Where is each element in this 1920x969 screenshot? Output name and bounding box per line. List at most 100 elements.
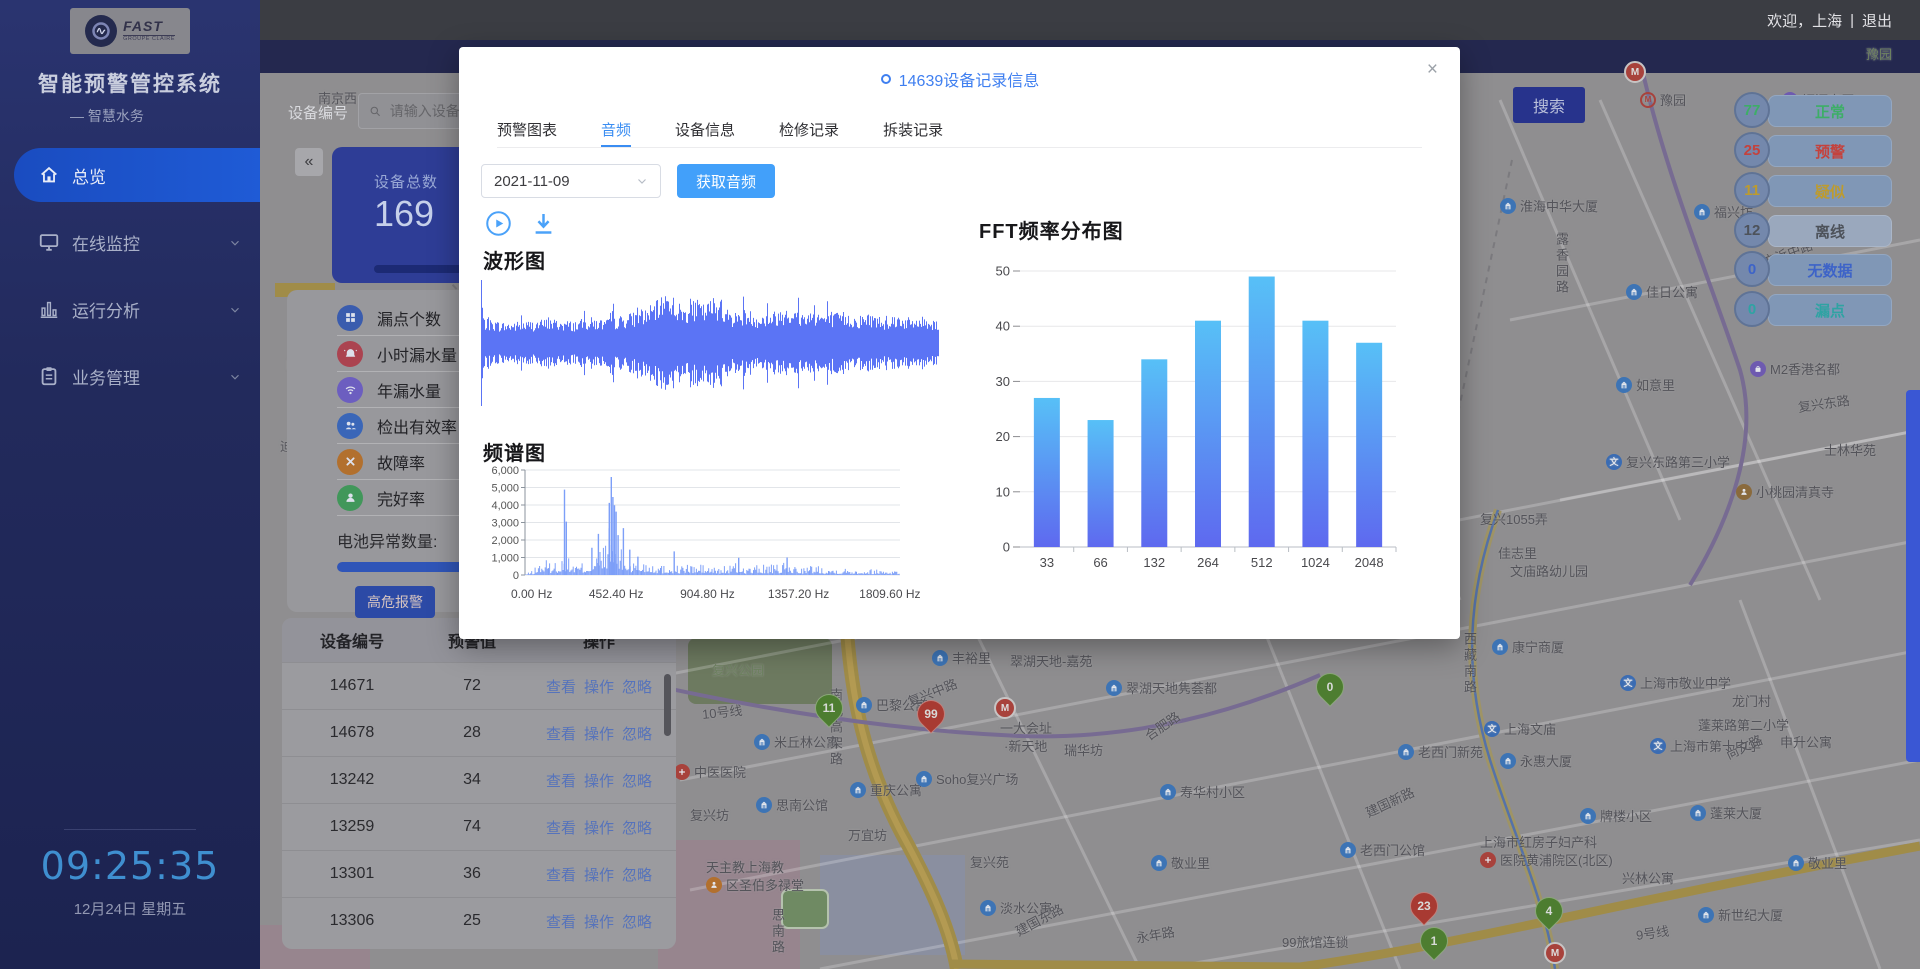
app-subtitle: — 智慧水务 bbox=[0, 106, 260, 126]
map-label: 佳志里 bbox=[1498, 543, 1537, 562]
welcome-text: 欢迎，上海 bbox=[1767, 10, 1842, 31]
map-label-text: 复兴公园 bbox=[712, 660, 764, 679]
bldg-icon bbox=[754, 734, 770, 750]
action-link-操作[interactable]: 操作 bbox=[584, 817, 614, 838]
action-link-查看[interactable]: 查看 bbox=[546, 770, 576, 791]
map-label: 重庆公寓 bbox=[850, 780, 922, 799]
action-link-忽略[interactable]: 忽略 bbox=[622, 911, 652, 932]
home-icon bbox=[38, 164, 60, 186]
device-id-cell: 14678 bbox=[282, 724, 422, 742]
badge-label: 无数据 bbox=[1768, 254, 1892, 286]
map-label: 牌楼小区 bbox=[1580, 806, 1652, 825]
action-link-操作[interactable]: 操作 bbox=[584, 911, 614, 932]
sidebar-item-在线监控[interactable]: 在线监控 bbox=[0, 215, 260, 269]
map-label: 老西门新苑 bbox=[1398, 742, 1483, 761]
map-label-text: 上海文庙 bbox=[1504, 719, 1556, 738]
action-link-查看[interactable]: 查看 bbox=[546, 723, 576, 744]
tab-设备信息[interactable]: 设备信息 bbox=[675, 119, 735, 147]
table-row: 1467172查看操作忽略 bbox=[282, 662, 676, 709]
map-label: ·新天地 bbox=[1004, 736, 1047, 755]
map-label: 天主教上海教 bbox=[706, 857, 784, 876]
map-label-text: 复兴东路第三小学 bbox=[1626, 452, 1730, 471]
badge-label: 预警 bbox=[1768, 135, 1892, 167]
action-link-查看[interactable]: 查看 bbox=[546, 817, 576, 838]
map-label-text: 兴林公寓 bbox=[1622, 868, 1674, 887]
bldg-icon bbox=[1616, 377, 1632, 393]
sidebar: FAST GROUPE CLAIRE 智能预警管控系统 — 智慧水务 总览在线监… bbox=[0, 0, 260, 969]
device-id-cell: 13259 bbox=[282, 818, 422, 836]
map-search-button[interactable]: 搜索 bbox=[1513, 87, 1585, 123]
download-audio-icon[interactable] bbox=[530, 210, 557, 237]
svg-text:30: 30 bbox=[996, 374, 1010, 389]
badge-count: 11 bbox=[1734, 172, 1770, 208]
bldg-icon bbox=[856, 697, 872, 713]
map-label: 豫园 bbox=[1866, 44, 1892, 63]
device-id-cell: 13301 bbox=[282, 865, 422, 883]
tab-预警图表[interactable]: 预警图表 bbox=[497, 119, 557, 147]
action-link-操作[interactable]: 操作 bbox=[584, 723, 614, 744]
tab-拆装记录[interactable]: 拆装记录 bbox=[883, 119, 943, 147]
pin-count: 11 bbox=[816, 695, 842, 721]
action-link-查看[interactable]: 查看 bbox=[546, 676, 576, 697]
map-label: 中医医院 bbox=[674, 762, 746, 781]
map-label: Soho复兴广场 bbox=[916, 769, 1018, 788]
right-edge-handle[interactable] bbox=[1906, 390, 1920, 762]
chevron-down-icon bbox=[228, 369, 242, 383]
kpi-label: 故障率 bbox=[377, 450, 425, 474]
map-label-text: 敬业里 bbox=[1171, 853, 1210, 872]
svg-text:1,000: 1,000 bbox=[491, 553, 519, 565]
svg-text:0: 0 bbox=[513, 570, 519, 582]
clipboard-icon bbox=[38, 365, 60, 387]
table-scrollbar-thumb[interactable] bbox=[664, 674, 671, 736]
svg-text:20: 20 bbox=[996, 429, 1010, 444]
badge-label: 离线 bbox=[1768, 215, 1892, 247]
alarm-table-panel: 设备编号预警值操作 1467172查看操作忽略1467828查看操作忽略1324… bbox=[282, 618, 676, 949]
action-link-查看[interactable]: 查看 bbox=[546, 911, 576, 932]
play-audio-icon[interactable] bbox=[485, 210, 512, 237]
action-link-操作[interactable]: 操作 bbox=[584, 864, 614, 885]
map-label-text: ·新天地 bbox=[1004, 736, 1047, 755]
tab-检修记录[interactable]: 检修记录 bbox=[779, 119, 839, 147]
pin-count: 99 bbox=[918, 701, 944, 727]
action-link-查看[interactable]: 查看 bbox=[546, 864, 576, 885]
date-select[interactable]: 2021-11-09 bbox=[481, 164, 661, 198]
map-label: 新世纪大厦 bbox=[1698, 905, 1783, 924]
action-link-忽略[interactable]: 忽略 bbox=[622, 770, 652, 791]
action-link-操作[interactable]: 操作 bbox=[584, 676, 614, 697]
action-link-操作[interactable]: 操作 bbox=[584, 770, 614, 791]
action-link-忽略[interactable]: 忽略 bbox=[622, 723, 652, 744]
church-icon bbox=[706, 877, 722, 893]
bldg-icon bbox=[1106, 680, 1122, 696]
logout-link[interactable]: 退出 bbox=[1862, 10, 1892, 31]
badge-count: 25 bbox=[1734, 132, 1770, 168]
map-label-text: 敬业里 bbox=[1808, 853, 1847, 872]
circle-o-icon bbox=[880, 73, 892, 85]
action-link-忽略[interactable]: 忽略 bbox=[622, 864, 652, 885]
pin-count: 4 bbox=[1536, 898, 1562, 924]
bldg-icon bbox=[1690, 805, 1706, 821]
sidebar-item-总览[interactable]: 总览 bbox=[14, 148, 260, 202]
tab-音频[interactable]: 音频 bbox=[601, 119, 631, 147]
high-risk-alarm-button[interactable]: 高危报警 bbox=[355, 586, 435, 618]
map-label: 康宁商厦 bbox=[1492, 637, 1564, 656]
map-label: 区圣伯多禄堂 bbox=[706, 875, 804, 894]
map-label-text: Soho复兴广场 bbox=[936, 769, 1018, 788]
alarm-value-cell: 28 bbox=[422, 724, 522, 742]
collapse-panel-button[interactable]: « bbox=[295, 148, 323, 176]
sidebar-item-业务管理[interactable]: 业务管理 bbox=[0, 349, 260, 403]
alarm-value-cell: 74 bbox=[422, 818, 522, 836]
map-label: 医院黄浦院区(北区) bbox=[1480, 850, 1613, 869]
map-label-text: 寿华村小区 bbox=[1180, 782, 1245, 801]
fetch-audio-button[interactable]: 获取音频 bbox=[677, 164, 775, 198]
action-link-忽略[interactable]: 忽略 bbox=[622, 676, 652, 697]
team-icon bbox=[337, 413, 363, 439]
svg-text:1024: 1024 bbox=[1301, 555, 1330, 570]
action-link-忽略[interactable]: 忽略 bbox=[622, 817, 652, 838]
svg-text:904.80 Hz: 904.80 Hz bbox=[680, 587, 735, 601]
svg-text:50: 50 bbox=[996, 264, 1010, 279]
alarm-icon bbox=[337, 341, 363, 367]
row-actions: 查看操作忽略 bbox=[522, 817, 676, 838]
school-icon: 文 bbox=[1650, 738, 1666, 754]
close-icon[interactable]: × bbox=[1427, 59, 1438, 81]
sidebar-item-运行分析[interactable]: 运行分析 bbox=[0, 282, 260, 336]
